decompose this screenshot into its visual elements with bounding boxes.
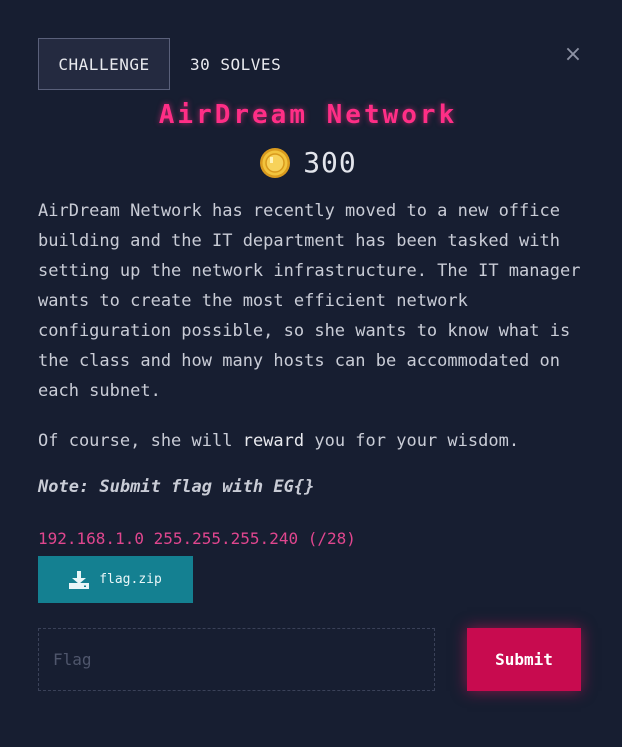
tab-solves-label: 30 SOLVES [190, 54, 282, 74]
description-paragraph-reward: Of course, she will reward you for your … [38, 426, 586, 456]
tab-challenge-label: CHALLENGE [58, 54, 150, 74]
download-icon [69, 570, 90, 589]
points-value: 300 [303, 146, 357, 179]
reward-text-after: you for your wisdom. [304, 431, 520, 451]
challenge-title: AirDream Network [158, 100, 458, 130]
modal-tabs: CHALLENGE 30 SOLVES [38, 38, 301, 90]
challenge-description: AirDream Network has recently moved to a… [38, 196, 586, 456]
file-name: flag.zip [99, 572, 162, 587]
reward-bold-text: reward [242, 431, 305, 451]
coin-icon [260, 147, 291, 178]
file-download-button[interactable]: flag.zip [38, 556, 193, 603]
description-paragraph: AirDream Network has recently moved to a… [38, 201, 581, 401]
close-icon[interactable]: × [563, 44, 583, 66]
challenge-modal: CHALLENGE 30 SOLVES × AirDream Network 3… [0, 0, 622, 747]
submit-button[interactable]: Submit [467, 628, 581, 691]
tab-challenge[interactable]: CHALLENGE [38, 38, 170, 90]
challenge-points: 300 [0, 146, 616, 179]
flag-input[interactable] [38, 628, 435, 691]
tab-solves[interactable]: 30 SOLVES [170, 38, 301, 90]
network-hint: 192.168.1.0 255.255.255.240 (/28) [38, 529, 356, 548]
flag-format-note: Note: Submit flag with EG{} [38, 477, 315, 497]
reward-text-before: Of course, she will [38, 431, 243, 451]
